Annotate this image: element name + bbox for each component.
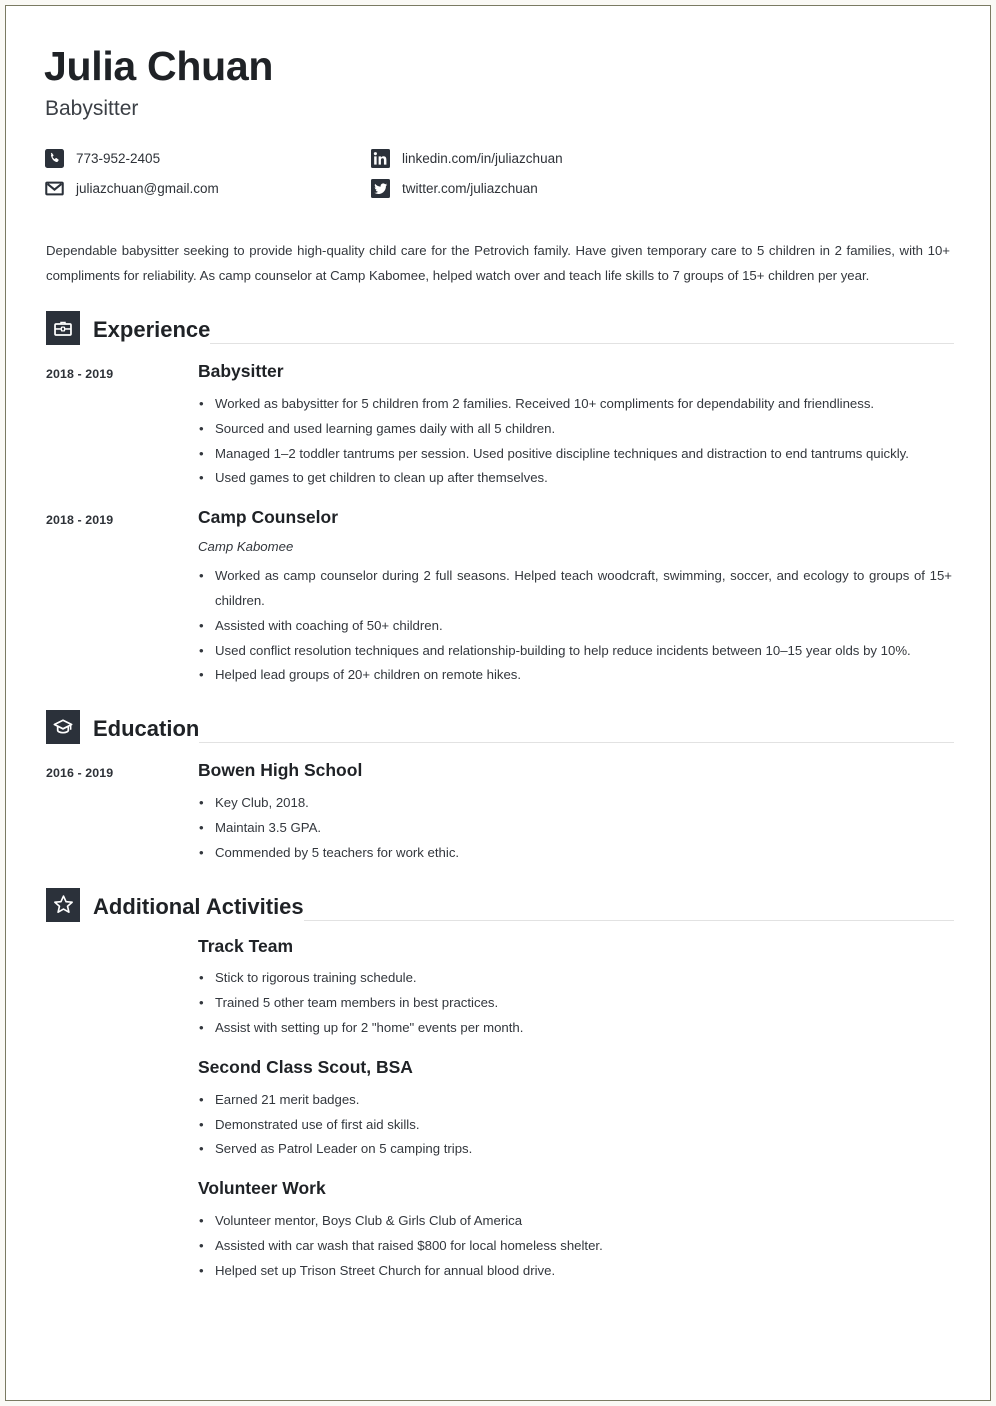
- section-title-activities: Additional Activities: [93, 893, 304, 919]
- professional-summary: Dependable babysitter seeking to provide…: [46, 243, 950, 284]
- bullet-item: Used conflict resolution techniques and …: [198, 639, 952, 664]
- entry-body: Camp Counselor Camp Kabomee Worked as ca…: [198, 507, 954, 688]
- entry-date: 2018 - 2019: [46, 513, 114, 528]
- bullet-item: Volunteer mentor, Boys Club & Girls Club…: [198, 1209, 952, 1234]
- entry-body: Volunteer Work Volunteer mentor, Boys Cl…: [198, 1178, 954, 1283]
- section-title-education: Education: [93, 716, 200, 742]
- entry-bullet-list: Worked as babysitter for 5 children from…: [198, 392, 952, 491]
- entry-body: Bowen High School Key Club, 2018. Mainta…: [198, 760, 954, 865]
- entry-title: Second Class Scout, BSA: [198, 1056, 413, 1077]
- entry-date: [42, 1178, 198, 1283]
- bullet-item: Key Club, 2018.: [198, 791, 952, 816]
- candidate-name: Julia Chuan: [44, 43, 274, 89]
- entry-date: [42, 936, 198, 1041]
- contact-email-text: juliazchuan@gmail.com: [76, 180, 219, 196]
- bullet-item: Assist with setting up for 2 "home" even…: [198, 1016, 952, 1041]
- contact-phone-text: 773-952-2405: [76, 150, 161, 166]
- contact-row: 773-952-2405 linkedin.com/in/juliazchuan: [45, 143, 835, 173]
- entry-employer: Camp Kabomee: [198, 539, 294, 555]
- bullet-item: Helped lead groups of 20+ children on re…: [198, 663, 952, 688]
- twitter-icon: [371, 178, 390, 198]
- resume-header: Julia Chuan Babysitter 773-952-2405 link…: [42, 36, 954, 203]
- education-entry: 2016 - 2019 Bowen High School Key Club, …: [42, 760, 954, 865]
- entry-bullet-list: Worked as camp counselor during 2 full s…: [198, 564, 952, 688]
- contact-item-linkedin[interactable]: linkedin.com/in/juliazchuan: [371, 148, 791, 168]
- experience-entry: 2018 - 2019 Camp Counselor Camp Kabomee …: [42, 507, 954, 688]
- bullet-item: Commended by 5 teachers for work ethic.: [198, 841, 952, 866]
- bullet-item: Used games to get children to clean up a…: [198, 466, 952, 491]
- bullet-item: Demonstrated use of first aid skills.: [198, 1113, 952, 1138]
- bullet-item: Earned 21 merit badges.: [198, 1088, 952, 1113]
- bullet-item: Stick to rigorous training schedule.: [198, 966, 952, 991]
- phone-icon: [45, 148, 64, 168]
- briefcase-icon: [46, 311, 80, 346]
- section-divider: [210, 343, 954, 345]
- entry-title: Camp Counselor: [198, 507, 339, 528]
- section-divider: [303, 919, 954, 921]
- bullet-item: Trained 5 other team members in best pra…: [198, 991, 952, 1016]
- section-additional-activities: Additional Activities Track Team Stick t…: [42, 887, 954, 1284]
- resume-document: Julia Chuan Babysitter 773-952-2405 link…: [6, 6, 990, 1400]
- section-divider: [199, 742, 954, 744]
- email-icon: [45, 179, 64, 198]
- bullet-item: Helped set up Trison Street Church for a…: [198, 1259, 952, 1284]
- bullet-item: Sourced and used learning games daily wi…: [198, 417, 952, 442]
- contact-linkedin-text: linkedin.com/in/juliazchuan: [402, 150, 563, 166]
- contact-info-grid: 773-952-2405 linkedin.com/in/juliazchuan: [45, 143, 835, 203]
- contact-item-phone[interactable]: 773-952-2405: [45, 148, 371, 168]
- entry-bullet-list: Stick to rigorous training schedule. Tra…: [198, 966, 952, 1040]
- contact-twitter-text: twitter.com/juliazchuan: [402, 180, 538, 196]
- contact-item-email[interactable]: juliazchuan@gmail.com: [45, 179, 371, 198]
- bullet-item: Assisted with car wash that raised $800 …: [198, 1234, 952, 1259]
- entry-date: 2018 - 2019: [46, 367, 114, 382]
- entry-date: [42, 1057, 198, 1162]
- entry-date: 2016 - 2019: [46, 766, 114, 781]
- entry-bullet-list: Earned 21 merit badges. Demonstrated use…: [198, 1088, 952, 1162]
- section-experience: Experience 2018 - 2019 Babysitter Worked…: [42, 311, 954, 688]
- bullet-item: Worked as camp counselor during 2 full s…: [198, 564, 952, 614]
- activity-entry: Second Class Scout, BSA Earned 21 merit …: [42, 1057, 954, 1162]
- section-header-education: Education: [42, 710, 954, 745]
- contact-item-twitter[interactable]: twitter.com/juliazchuan: [371, 178, 791, 198]
- bullet-item: Managed 1–2 toddler tantrums per session…: [198, 442, 952, 467]
- entry-title: Babysitter: [198, 361, 284, 382]
- bullet-item: Maintain 3.5 GPA.: [198, 816, 952, 841]
- resume-page-frame: Julia Chuan Babysitter 773-952-2405 link…: [5, 5, 991, 1401]
- activity-entry: Volunteer Work Volunteer mentor, Boys Cl…: [42, 1178, 954, 1283]
- entry-title: Volunteer Work: [198, 1178, 326, 1199]
- star-icon: [46, 887, 80, 922]
- entry-body: Second Class Scout, BSA Earned 21 merit …: [198, 1057, 954, 1162]
- section-header-activities: Additional Activities: [42, 887, 954, 922]
- entry-body: Babysitter Worked as babysitter for 5 ch…: [198, 361, 954, 491]
- section-education: Education 2016 - 2019 Bowen High School …: [42, 710, 954, 865]
- experience-entry: 2018 - 2019 Babysitter Worked as babysit…: [42, 361, 954, 491]
- activity-entry: Track Team Stick to rigorous training sc…: [42, 936, 954, 1041]
- candidate-job-title: Babysitter: [45, 97, 139, 121]
- linkedin-icon: [371, 148, 390, 168]
- bullet-item: Worked as babysitter for 5 children from…: [198, 392, 952, 417]
- entry-title: Track Team: [198, 935, 294, 956]
- entry-bullet-list: Volunteer mentor, Boys Club & Girls Club…: [198, 1209, 952, 1283]
- entry-body: Track Team Stick to rigorous training sc…: [198, 936, 954, 1041]
- entry-title: Bowen High School: [198, 760, 363, 781]
- section-title-experience: Experience: [93, 316, 211, 342]
- bullet-item: Served as Patrol Leader on 5 camping tri…: [198, 1137, 952, 1162]
- graduation-cap-icon: [46, 710, 80, 745]
- entry-bullet-list: Key Club, 2018. Maintain 3.5 GPA. Commen…: [198, 791, 952, 865]
- contact-row: juliazchuan@gmail.com twitter.com/juliaz…: [45, 173, 835, 203]
- bullet-item: Assisted with coaching of 50+ children.: [198, 614, 952, 639]
- section-header-experience: Experience: [42, 311, 954, 346]
